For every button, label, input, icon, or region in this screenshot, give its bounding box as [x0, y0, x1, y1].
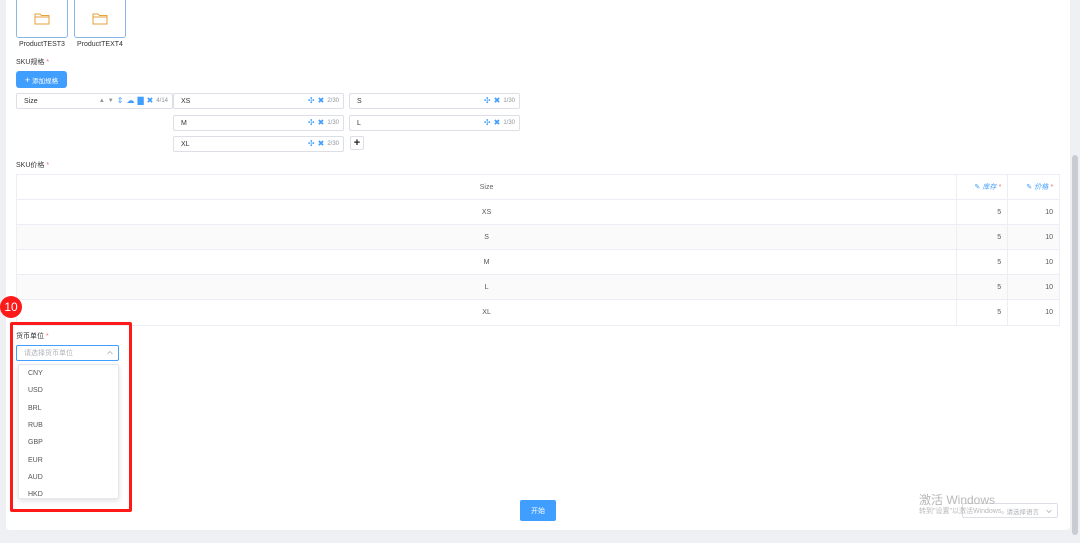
- spec-value-controls: ✣ ✖ 1/30: [484, 97, 515, 105]
- size-cell: S: [17, 225, 958, 249]
- table-header: Size ✎ 库存 * ✎ 价格 *: [17, 175, 1059, 200]
- cloud-upload-icon[interactable]: ☁: [126, 97, 134, 105]
- stock-input[interactable]: 5: [957, 225, 1009, 249]
- spec-value-controls: ✣ ✖ 2/30: [308, 140, 339, 148]
- edit-icon: ✎: [974, 184, 981, 191]
- spec-value-controls: ✣ ✖ 2/30: [308, 97, 339, 105]
- spec-name-field[interactable]: Size ▲ ▼ ⇕ ☁ ▇ ✖ 4/14: [16, 93, 173, 109]
- page-scrollbar[interactable]: [1072, 155, 1078, 535]
- spec-value-text: XL: [181, 140, 190, 148]
- stock-input[interactable]: 5: [957, 275, 1009, 299]
- spec-value-s[interactable]: S ✣ ✖ 1/30: [349, 93, 520, 109]
- step-badge: 10: [0, 296, 22, 318]
- move-icon[interactable]: ⇕: [117, 97, 124, 105]
- size-cell: XS: [17, 200, 958, 224]
- sku-price-label: SKU价格 *: [16, 162, 50, 169]
- close-icon[interactable]: ✖: [494, 119, 501, 127]
- size-cell: M: [17, 250, 958, 274]
- folder-icon: [34, 13, 50, 25]
- highlight-annotation-box: [10, 322, 132, 512]
- table-row: L 5 10: [17, 275, 1059, 300]
- arrow-down-icon[interactable]: ▼: [108, 98, 114, 104]
- start-button[interactable]: 开始: [520, 500, 556, 521]
- size-cell: L: [17, 275, 958, 299]
- table-row: XS 5 10: [17, 200, 1059, 225]
- spec-value-text: S: [357, 97, 362, 105]
- table-row: M 5 10: [17, 250, 1059, 275]
- arrow-up-icon[interactable]: ▲: [99, 98, 105, 104]
- delete-icon[interactable]: ▇: [137, 97, 143, 105]
- size-header: Size: [17, 175, 958, 199]
- spec-name-value: Size: [24, 97, 38, 105]
- spec-value-xl[interactable]: XL ✣ ✖ 2/30: [173, 136, 344, 152]
- product-card-1[interactable]: [16, 0, 68, 38]
- char-count: 1/30: [503, 120, 515, 126]
- language-placeholder: 请选择语言: [1006, 508, 1040, 516]
- move-icon[interactable]: ✣: [308, 97, 315, 105]
- sku-spec-label: SKU规格 *: [16, 59, 50, 66]
- spec-value-l[interactable]: L ✣ ✖ 1/30: [349, 115, 520, 131]
- price-input[interactable]: 10: [1008, 250, 1059, 274]
- spec-value-text: M: [181, 119, 187, 127]
- char-count: 2/30: [327, 141, 339, 147]
- move-icon[interactable]: ✣: [484, 97, 491, 105]
- char-count: 2/30: [327, 98, 339, 104]
- windows-activation-subtitle: 转到"设置"以激活Windows。: [919, 508, 1009, 515]
- price-input[interactable]: 10: [1008, 275, 1059, 299]
- spec-value-m[interactable]: M ✣ ✖ 1/30: [173, 115, 344, 131]
- price-input[interactable]: 10: [1008, 300, 1059, 325]
- table-row: S 5 10: [17, 225, 1059, 250]
- price-input[interactable]: 10: [1008, 200, 1059, 224]
- stock-input[interactable]: 5: [957, 250, 1009, 274]
- move-icon[interactable]: ✣: [484, 119, 491, 127]
- chevron-down-icon: [1046, 509, 1052, 514]
- close-icon[interactable]: ✖: [147, 97, 154, 105]
- add-spec-button[interactable]: + 添加规格: [16, 71, 67, 88]
- char-count: 1/30: [503, 98, 515, 104]
- move-icon[interactable]: ✣: [308, 119, 315, 127]
- spec-value-controls: ✣ ✖ 1/30: [484, 119, 515, 127]
- spec-value-text: XS: [181, 97, 191, 105]
- product-card-2[interactable]: [74, 0, 126, 38]
- main-panel: ProductTEST3 ProductTEXT4 SKU规格 * + 添加规格 …: [6, 0, 1070, 530]
- sku-price-table: Size ✎ 库存 * ✎ 价格 * XS 5 10 S 5 10 M 5 10 L 5…: [16, 174, 1060, 326]
- spec-name-controls: ▲ ▼ ⇕ ☁ ▇ ✖ 4/14: [99, 97, 168, 105]
- size-cell: XL: [17, 300, 958, 325]
- edit-icon: ✎: [1026, 184, 1033, 191]
- plus-icon: +: [24, 74, 31, 85]
- folder-icon: [92, 13, 108, 25]
- price-input[interactable]: 10: [1008, 225, 1059, 249]
- close-icon[interactable]: ✖: [494, 97, 501, 105]
- product-card-1-label: ProductTEST3: [19, 41, 65, 48]
- product-card-2-label: ProductTEXT4: [77, 41, 123, 48]
- price-header[interactable]: ✎ 价格 *: [1008, 175, 1059, 199]
- spec-value-text: L: [357, 119, 361, 127]
- char-count: 1/30: [327, 120, 339, 126]
- close-icon[interactable]: ✖: [318, 97, 325, 105]
- stock-input[interactable]: 5: [957, 300, 1009, 325]
- stock-header[interactable]: ✎ 库存 *: [957, 175, 1009, 199]
- table-row: XL 5 10: [17, 300, 1059, 325]
- spec-value-controls: ✣ ✖ 1/30: [308, 119, 339, 127]
- close-icon[interactable]: ✖: [318, 119, 325, 127]
- add-spec-value-button[interactable]: +: [350, 136, 364, 150]
- spec-value-xs[interactable]: XS ✣ ✖ 2/30: [173, 93, 344, 109]
- close-icon[interactable]: ✖: [318, 140, 325, 148]
- stock-input[interactable]: 5: [957, 200, 1009, 224]
- move-icon[interactable]: ✣: [308, 140, 315, 148]
- char-count: 4/14: [156, 98, 168, 104]
